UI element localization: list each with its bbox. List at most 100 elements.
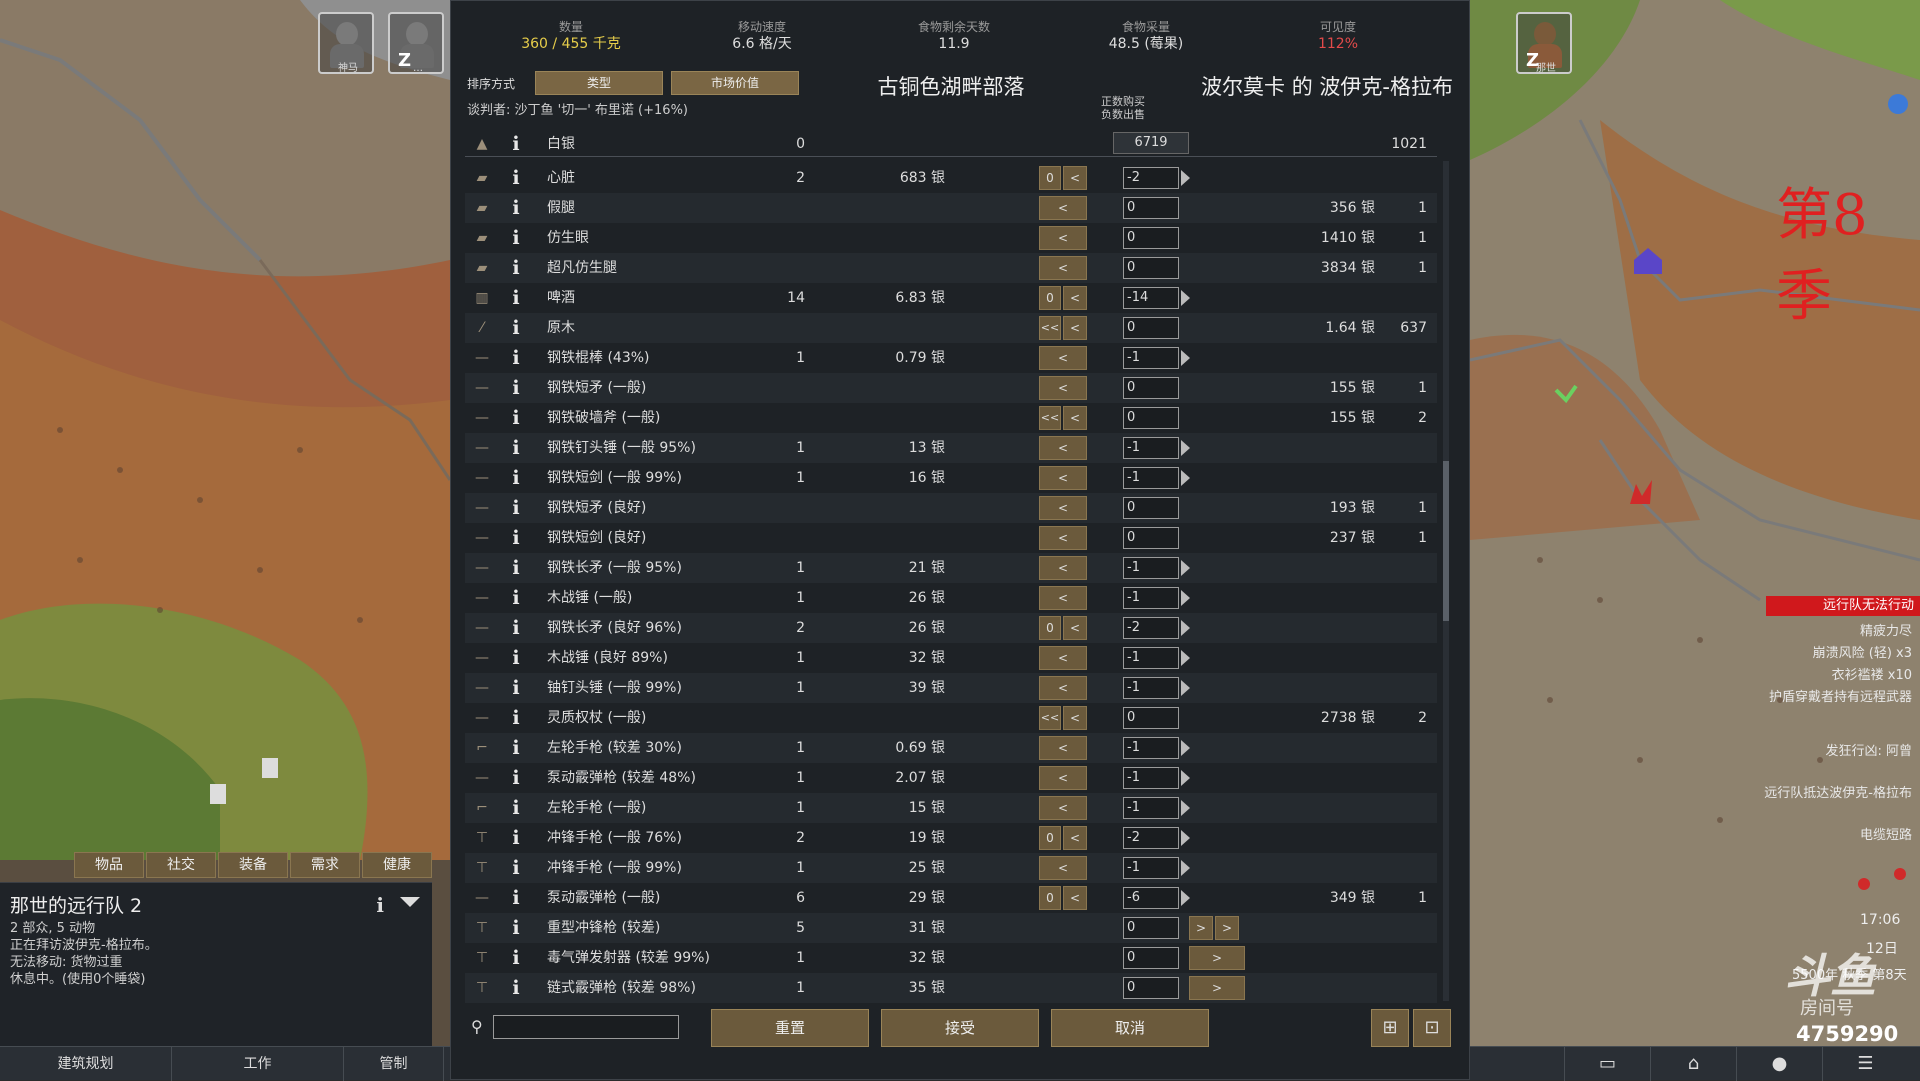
trade-quantity-field[interactable]: 0 (1123, 707, 1179, 729)
colonist-portrait[interactable]: Z … (388, 12, 444, 74)
alert-caravan-arrived[interactable]: 远行队抵达波伊克-格拉布 (1764, 782, 1912, 801)
info-icon[interactable]: i (509, 943, 523, 973)
sell-more-button[interactable]: < (1039, 526, 1087, 550)
info-icon[interactable]: i (509, 129, 523, 159)
sell-more-button[interactable]: < (1039, 586, 1087, 610)
restrict-button[interactable]: 管制 (344, 1047, 444, 1081)
tab-gear[interactable]: 装备 (218, 852, 288, 878)
info-icon[interactable]: i (376, 893, 384, 917)
trade-quantity-field[interactable]: 0 (1123, 947, 1179, 969)
buy-all-button[interactable]: << (1039, 706, 1061, 730)
trade-quantity-field[interactable]: -1 (1123, 347, 1179, 369)
architect-button[interactable]: 建筑规划 (0, 1047, 172, 1081)
sell-more-button[interactable]: < (1039, 226, 1087, 250)
sell-more-button[interactable]: < (1039, 196, 1087, 220)
info-icon[interactable]: i (509, 463, 523, 493)
sell-more-button[interactable]: > (1189, 976, 1245, 1000)
trade-quantity-field[interactable]: 0 (1123, 917, 1179, 939)
buy-more-button[interactable]: < (1063, 316, 1087, 340)
colonist-portrait[interactable]: Z 那世 (1516, 12, 1572, 74)
set-zero-button[interactable]: 0 (1039, 886, 1061, 910)
info-icon[interactable]: i (509, 673, 523, 703)
alert-breakdown-risk[interactable]: 崩溃风险 (轻) x3 (1813, 642, 1912, 661)
info-icon[interactable]: i (509, 403, 523, 433)
sell-more-button[interactable]: < (1039, 436, 1087, 460)
info-icon[interactable]: i (509, 643, 523, 673)
trade-quantity-field[interactable]: -1 (1123, 467, 1179, 489)
tab-items[interactable]: 物品 (74, 852, 144, 878)
info-icon[interactable]: i (509, 553, 523, 583)
info-icon[interactable]: i (509, 493, 523, 523)
set-zero-button[interactable]: 0 (1039, 826, 1061, 850)
trade-quantity-field[interactable]: -6 (1123, 887, 1179, 909)
sort-by-value-button[interactable]: 市场价值 (671, 71, 799, 95)
alert-exhausted[interactable]: 精疲力尽 (1860, 620, 1912, 639)
sell-more-button[interactable]: < (1039, 796, 1087, 820)
info-icon[interactable]: i (509, 433, 523, 463)
sell-more-button[interactable]: > (1189, 916, 1213, 940)
buy-more-button[interactable]: < (1063, 706, 1087, 730)
info-icon[interactable]: i (509, 313, 523, 343)
info-icon[interactable]: i (509, 163, 523, 193)
sell-more-button[interactable]: < (1063, 616, 1087, 640)
alert-caravan-immobile[interactable]: 远行队无法行动 (1766, 596, 1920, 616)
info-icon[interactable]: i (509, 253, 523, 283)
alert-tattered-apparel[interactable]: 衣衫褴褛 x10 (1832, 664, 1912, 683)
sell-all-button[interactable]: > (1215, 916, 1239, 940)
sell-more-button[interactable]: < (1039, 766, 1087, 790)
sell-more-button[interactable]: < (1039, 496, 1087, 520)
trade-quantity-field[interactable]: 0 (1123, 257, 1179, 279)
set-zero-button[interactable]: 0 (1039, 166, 1061, 190)
trade-quantity-field[interactable]: -1 (1123, 737, 1179, 759)
buy-all-button[interactable]: << (1039, 316, 1061, 340)
sell-more-button[interactable]: < (1039, 256, 1087, 280)
trade-quantity-field[interactable]: 0 (1123, 977, 1179, 999)
info-icon[interactable]: i (509, 223, 523, 253)
trade-quantity-field[interactable]: -1 (1123, 557, 1179, 579)
buy-more-button[interactable]: < (1063, 406, 1087, 430)
reset-button[interactable]: 重置 (711, 1009, 869, 1047)
info-icon[interactable]: i (509, 763, 523, 793)
sell-more-button[interactable]: < (1039, 736, 1087, 760)
trade-quantity-field[interactable]: -1 (1123, 437, 1179, 459)
trade-quantity-field[interactable]: 0 (1123, 497, 1179, 519)
sell-more-button[interactable]: < (1063, 286, 1087, 310)
scrollbar-thumb[interactable] (1443, 461, 1449, 621)
sell-more-button[interactable]: < (1063, 886, 1087, 910)
cancel-button[interactable]: 取消 (1051, 1009, 1209, 1047)
alert-shield-ranged[interactable]: 护盾穿戴者持有远程武器 (1752, 686, 1912, 705)
info-icon[interactable]: i (509, 973, 523, 1003)
sell-more-button[interactable]: < (1039, 646, 1087, 670)
trade-quantity-field[interactable]: -1 (1123, 587, 1179, 609)
trade-quantity-field[interactable]: 0 (1123, 227, 1179, 249)
trade-quantity-field[interactable]: 0 (1123, 377, 1179, 399)
info-icon[interactable]: i (509, 343, 523, 373)
sell-more-button[interactable]: < (1039, 376, 1087, 400)
trade-quantity-field[interactable]: -1 (1123, 647, 1179, 669)
trade-quantity-field[interactable]: -1 (1123, 677, 1179, 699)
search-input[interactable] (493, 1015, 679, 1039)
sell-more-button[interactable]: < (1039, 856, 1087, 880)
sell-more-button[interactable]: < (1039, 346, 1087, 370)
trade-quantity-field[interactable]: 0 (1123, 407, 1179, 429)
info-icon[interactable]: i (509, 373, 523, 403)
info-icon[interactable]: i (509, 823, 523, 853)
sort-by-type-button[interactable]: 类型 (535, 71, 663, 95)
cart-icon[interactable]: ⊡ (1413, 1009, 1451, 1047)
trade-quantity-field[interactable]: -1 (1123, 857, 1179, 879)
sell-more-button[interactable]: < (1039, 676, 1087, 700)
lightbulb-icon[interactable]: ● (1736, 1047, 1822, 1081)
tab-needs[interactable]: 需求 (290, 852, 360, 878)
tab-health[interactable]: 健康 (362, 852, 432, 878)
chevron-down-icon[interactable] (400, 897, 420, 907)
set-zero-button[interactable]: 0 (1039, 286, 1061, 310)
book-icon[interactable]: ▭ (1564, 1047, 1650, 1081)
scrollbar[interactable] (1443, 161, 1449, 1001)
tab-social[interactable]: 社交 (146, 852, 216, 878)
trade-quantity-field[interactable]: -1 (1123, 797, 1179, 819)
set-zero-button[interactable]: 0 (1039, 616, 1061, 640)
trade-quantity-field[interactable]: 0 (1123, 317, 1179, 339)
accept-button[interactable]: 接受 (881, 1009, 1039, 1047)
sell-more-button[interactable]: < (1063, 166, 1087, 190)
trade-quantity-field[interactable]: -1 (1123, 767, 1179, 789)
